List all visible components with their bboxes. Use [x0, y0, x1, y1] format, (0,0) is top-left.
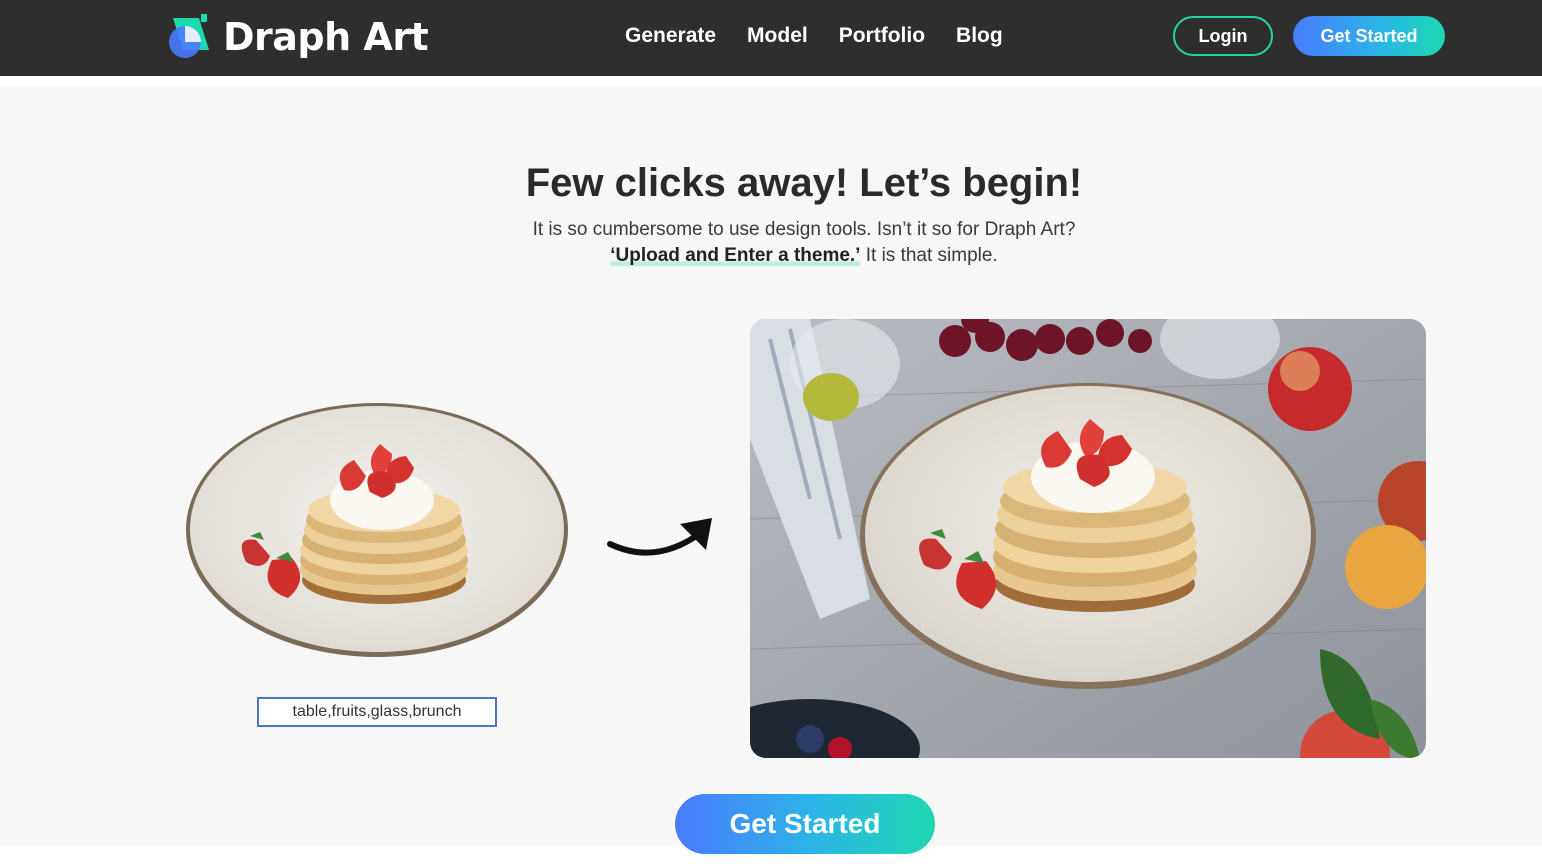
nav-link-portfolio[interactable]: Portfolio	[839, 22, 925, 50]
brand-logo[interactable]: Draph Art	[165, 12, 429, 62]
hero-section: Few clicks away! Let’s begin! It is so c…	[0, 86, 1542, 854]
nav-link-generate[interactable]: Generate	[625, 22, 716, 50]
page-title: Few clicks away! Let’s begin!	[525, 161, 1083, 205]
top-navbar: Draph Art Generate Model Portfolio Blog …	[0, 0, 1542, 76]
login-button[interactable]: Login	[1173, 16, 1273, 56]
main-get-started-button[interactable]: Get Started	[675, 794, 935, 854]
draph-logo-icon	[169, 14, 209, 58]
highlight-text: ‘Upload and Enter a theme.’	[610, 245, 861, 266]
main-nav: Generate Model Portfolio Blog	[625, 22, 1034, 50]
nav-get-started-button[interactable]: Get Started	[1293, 16, 1445, 56]
brand-name: Draph Art	[223, 15, 429, 59]
hero-subtitle: It is so cumbersome to use design tools.…	[532, 219, 1076, 240]
nav-link-blog[interactable]: Blog	[956, 22, 1003, 50]
theme-input[interactable]	[257, 697, 497, 727]
curved-arrow-right-icon	[607, 518, 712, 556]
hero-subtitle-2: ‘Upload and Enter a theme.’ It is that s…	[0, 243, 1542, 269]
styled-pancake-scene-image	[750, 319, 1426, 758]
nav-link-model[interactable]: Model	[747, 22, 808, 50]
pancake-plate-image	[186, 403, 568, 657]
hero-subtitle-tail: It is that simple.	[860, 245, 998, 266]
